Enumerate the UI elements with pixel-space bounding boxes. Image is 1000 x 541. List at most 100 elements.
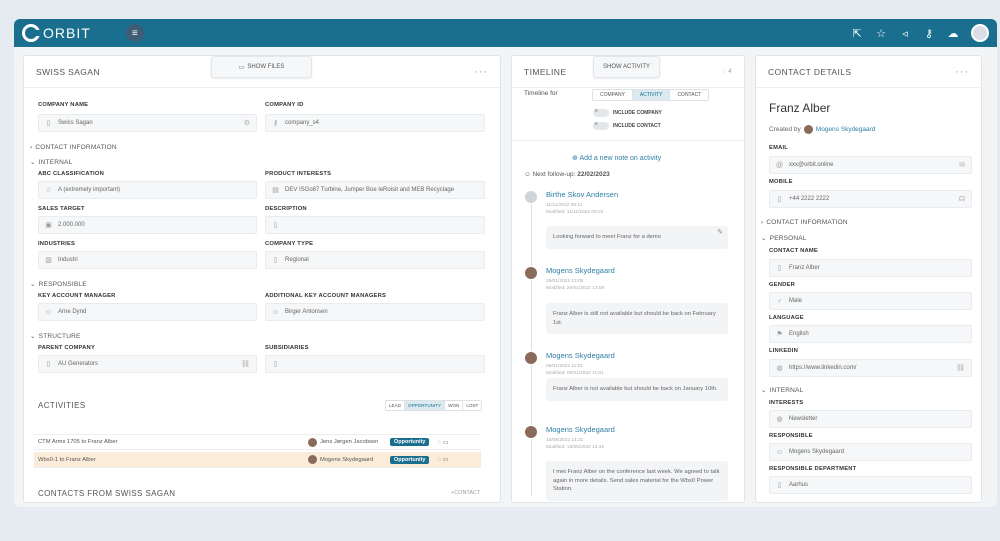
company-type-field[interactable]: ▯ Regional	[265, 251, 485, 269]
tab-activity[interactable]: ACTIVITY	[632, 90, 671, 100]
parent-company-value: AU Generators	[58, 361, 99, 367]
email-value: xxx@orbit.online	[789, 162, 834, 168]
company-type-value: Regional	[285, 257, 309, 263]
company-id-field[interactable]: ⚷ company_s4	[265, 114, 485, 132]
sales-target-field[interactable]: ▣ 2.000.000	[38, 216, 257, 234]
edit-icon[interactable]: ✎	[717, 229, 723, 238]
comment-count: ◌ 4	[722, 68, 732, 75]
industries-field[interactable]: ▥ Industri	[38, 251, 257, 269]
more-options-icon[interactable]: ···	[474, 66, 488, 78]
tab-contact[interactable]: CONTACT	[670, 90, 709, 100]
activity-row[interactable]: CTM Arms 1705 to Franz Alber Jens Jørgen…	[34, 434, 481, 450]
star-icon[interactable]: ☆	[875, 27, 887, 40]
status-badge: Opportunity	[390, 455, 430, 464]
headset-icon[interactable]: ☊	[959, 195, 965, 203]
orbit-logo[interactable]: ORBIT	[22, 24, 91, 42]
link-icon[interactable]: ⛓	[241, 360, 250, 368]
more-options-icon[interactable]: ···	[955, 66, 969, 78]
industries-label: INDUSTRIES	[38, 241, 76, 247]
industries-value: Industri	[58, 257, 78, 263]
person-icon: ☺	[775, 448, 784, 456]
include-company-label: INCLUDE COMPANY	[613, 110, 662, 116]
mobile-value: +44 2222 2222	[789, 196, 830, 202]
comment-count-value: 4	[728, 68, 732, 75]
language-field[interactable]: ⚑ English	[769, 325, 972, 343]
money-icon: ▣	[45, 222, 52, 229]
description-label: DESCRIPTION	[265, 206, 307, 212]
tab-company[interactable]: COMPANY	[593, 90, 633, 100]
mail-icon[interactable]: ✉	[959, 161, 965, 169]
timeline-note-text: Looking forward to meet Franz for a demo	[553, 234, 661, 240]
show-files-button[interactable]: ▭ SHOW FILES	[211, 56, 312, 78]
contact-name-field[interactable]: ▯ Franz Alber	[769, 259, 972, 277]
include-company-toggle[interactable]	[593, 108, 609, 117]
product-interests-value: DEV ISGo87 Turbine, Jumper Boe leRoisit …	[285, 187, 455, 193]
timeline-author[interactable]: Mogens Skydegaard	[546, 351, 615, 360]
product-interests-field[interactable]: ▤ DEV ISGo87 Turbine, Jumper Boe leRoisit…	[265, 181, 485, 199]
kam-field[interactable]: ☺ Arne Dynd	[38, 303, 257, 321]
filter-opportunity[interactable]: OPPORTUNITY	[405, 401, 446, 410]
person-icon: ☺	[44, 308, 53, 316]
link-icon[interactable]: ⛓	[956, 364, 965, 372]
activity-row[interactable]: Wbs0-1 to Franz Alber Mogens Skydegaard …	[34, 452, 481, 468]
contact-info-section[interactable]: › CONTACT INFORMATION	[761, 219, 848, 226]
timeline-author[interactable]: Mogens Skydegaard	[546, 266, 615, 275]
contact-info-section-label: CONTACT INFORMATION	[35, 144, 117, 151]
include-contact-label: INCLUDE CONTACT	[613, 123, 661, 129]
key-icon: ⚷	[272, 120, 279, 127]
personal-section[interactable]: ⌄ PERSONAL	[761, 234, 807, 243]
description-field[interactable]: ▯	[265, 216, 485, 234]
contact-info-section[interactable]: › CONTACT INFORMATION	[30, 144, 117, 151]
timeline-author[interactable]: Mogens Skydegaard	[546, 425, 615, 434]
comment-icon[interactable]: ◌ ▭	[437, 439, 448, 446]
timeline-for-label: Timeline for	[524, 90, 558, 97]
timeline-author[interactable]: Birthe Skov Andersen	[546, 190, 618, 199]
email-field[interactable]: @ xxx@orbit.online ✉	[769, 156, 972, 174]
created-by-link[interactable]: Mogens Skydegaard	[816, 126, 876, 133]
company-name-field[interactable]: ▯ Swiss Sagan ⚙	[38, 114, 257, 132]
filter-lost[interactable]: LOST	[463, 401, 482, 410]
gender-icon: ♂	[776, 297, 783, 305]
mobile-field[interactable]: ▯ +44 2222 2222 ☊	[769, 190, 972, 208]
email-label: EMAIL	[769, 145, 789, 151]
parent-company-field[interactable]: ▯ AU Generators ⛓	[38, 355, 257, 373]
interests-field[interactable]: ◍ Newsletter	[769, 410, 972, 428]
megaphone-icon[interactable]: ◃	[899, 27, 911, 40]
responsible-department-field[interactable]: ▯ Aarhus	[769, 476, 972, 494]
key-icon[interactable]: ⚷	[923, 27, 935, 40]
gender-field[interactable]: ♂ Male	[769, 292, 972, 310]
show-files-label: SHOW FILES	[247, 64, 285, 70]
timeline-panel: TIMELINE ◌ 4 SHOW ACTIVITY Timeline for …	[511, 55, 745, 503]
include-contact-toggle[interactable]	[593, 121, 609, 130]
menu-icon[interactable]: ≡	[125, 24, 144, 42]
subsidiaries-field[interactable]: ▯	[265, 355, 485, 373]
timeline-created: 11/11/2022 09:11	[546, 203, 583, 208]
comment-icon[interactable]: ◌ ▭	[437, 456, 448, 463]
responsible-field[interactable]: ☺ Mogens Skydegaard	[769, 443, 972, 461]
settings-icon[interactable]: ⚙	[244, 119, 250, 127]
add-contact-button[interactable]: +CONTACT	[451, 490, 480, 496]
user-avatar[interactable]	[971, 24, 989, 42]
timeline-line	[531, 196, 532, 496]
internal-section[interactable]: ⌄ INTERNAL	[30, 158, 73, 167]
internal-section-label: INTERNAL	[38, 158, 73, 166]
akam-field[interactable]: ☺ Birger Antonsen	[265, 303, 485, 321]
filter-won[interactable]: WON	[445, 401, 464, 410]
structure-section[interactable]: ⌄ STRUCTURE	[30, 332, 81, 341]
share-icon[interactable]: ⇱	[851, 27, 863, 40]
contact-panel-title: CONTACT DETAILS	[768, 66, 852, 77]
akam-value: Birger Antonsen	[285, 309, 328, 315]
filter-lead[interactable]: LEAD	[386, 401, 406, 410]
show-activity-button[interactable]: SHOW ACTIVITY	[593, 56, 660, 78]
abc-field[interactable]: ☆ A (extremely important)	[38, 181, 257, 199]
building-icon: ▯	[273, 361, 278, 368]
linkedin-field[interactable]: ◍ https://www.linkedin.com/ ⛓	[769, 359, 972, 377]
product-interests-label: PRODUCT INTERESTS	[265, 171, 332, 177]
chevron-right-icon: ›	[761, 219, 764, 226]
app-window: ORBIT ≡ ⇱ ☆ ◃ ⚷ ☁ SWISS SAGAN ··· ▭ SHOW …	[14, 19, 997, 507]
responsible-section[interactable]: ⌄ RESPONSIBLE	[30, 280, 87, 289]
internal-section[interactable]: ⌄ INTERNAL	[761, 386, 803, 395]
avatar	[308, 455, 317, 464]
add-note-link[interactable]: ⊕ Add a new note on activity	[572, 154, 661, 162]
cloud-icon[interactable]: ☁	[947, 27, 959, 40]
